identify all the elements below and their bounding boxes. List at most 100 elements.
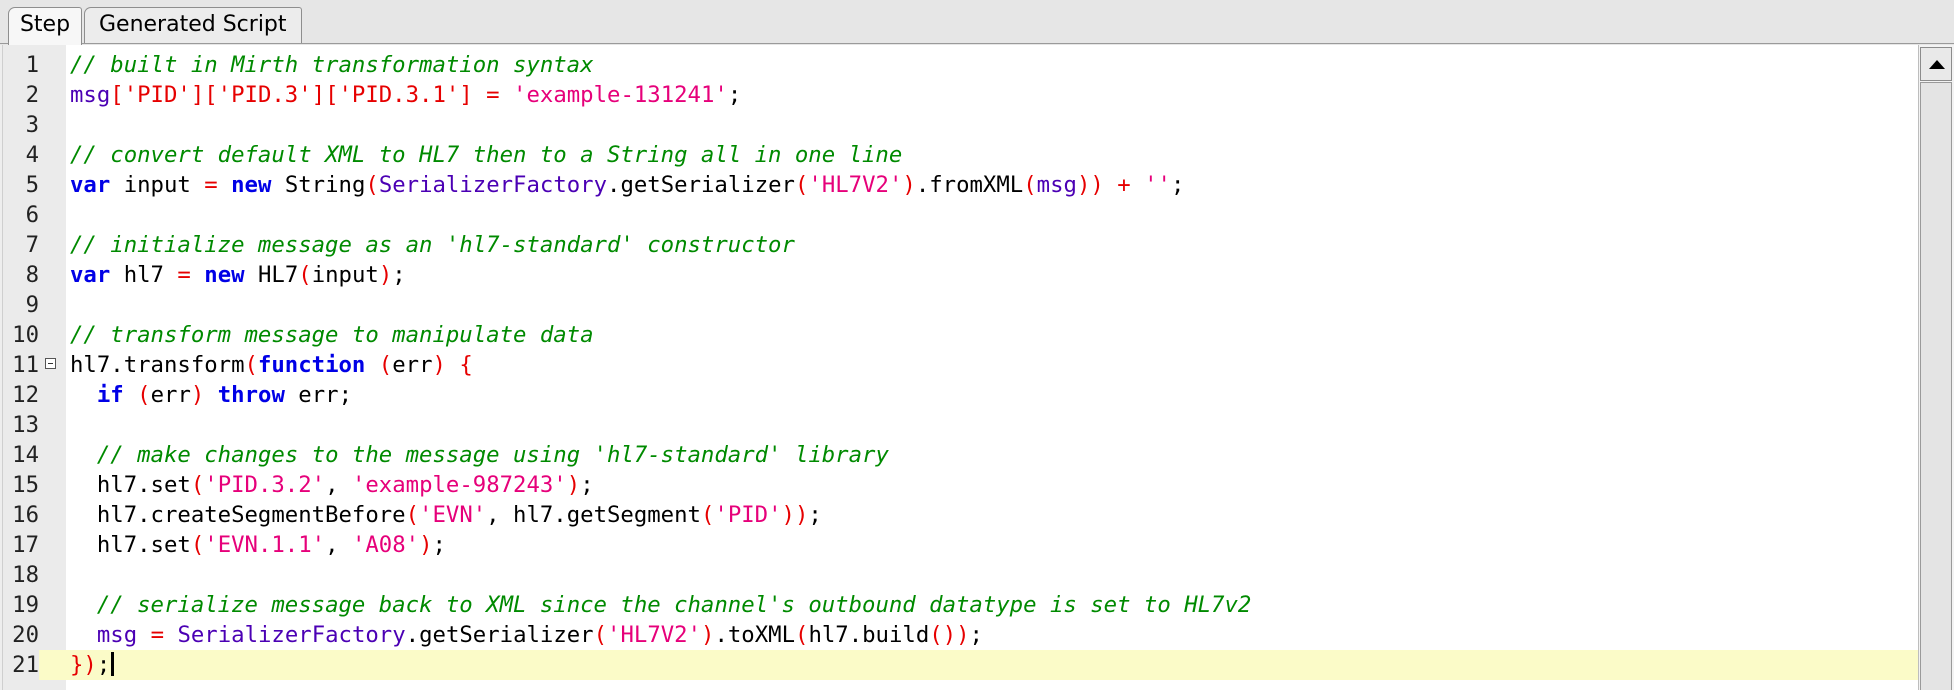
code-line[interactable]: 13	[3, 410, 1919, 440]
code-text: if (err) throw err;	[70, 380, 352, 410]
line-number: 21	[3, 650, 39, 680]
code-token: HL7	[244, 262, 299, 288]
code-line[interactable]: 4 // convert default XML to HL7 then to a…	[3, 140, 1919, 170]
code-token: (	[190, 532, 205, 558]
code-token: 'PID'	[714, 502, 782, 528]
code-line[interactable]: 7 // initialize message as an 'hl7-standa…	[3, 230, 1919, 260]
line-number: 4	[25, 142, 39, 168]
code-text: // make changes to the message using 'hl…	[70, 440, 889, 470]
code-token: SerializerFactory	[177, 622, 406, 648]
code-token: var	[70, 172, 111, 198]
code-token: ;	[96, 652, 111, 678]
code-token: hl7.build	[808, 622, 930, 648]
code-line[interactable]: 10 // transform message to manipulate dat…	[3, 320, 1919, 350]
code-line[interactable]: 8 var hl7 = new HL7(input);	[3, 260, 1919, 290]
code-line[interactable]: 19 // serialize message back to XML sinc…	[3, 590, 1919, 620]
code-editor[interactable]: 1 // built in Mirth transformation syntax…	[2, 45, 1919, 690]
line-number: 9	[25, 292, 39, 318]
scroll-up-arrow-icon[interactable]	[1920, 47, 1952, 81]
code-token: // convert default XML to HL7 then to a …	[70, 142, 903, 168]
line-number: 8	[25, 262, 39, 288]
line-number: 16	[12, 502, 39, 528]
code-token: function	[257, 352, 366, 378]
code-token: ;	[727, 82, 742, 108]
code-line[interactable]: 1 // built in Mirth transformation syntax	[3, 50, 1919, 80]
tab-step[interactable]: Step	[8, 7, 82, 45]
code-line[interactable]: 14 // make changes to the message using …	[3, 440, 1919, 470]
code-token: =	[204, 172, 218, 198]
code-token: ''	[1144, 172, 1171, 198]
code-text: msg = SerializerFactory.getSerializer('H…	[70, 620, 983, 650]
code-token: , hl7.getSegment	[486, 502, 701, 528]
code-token: hl7	[110, 262, 178, 288]
code-line[interactable]: 15 hl7.set('PID.3.2', 'example-987243');	[3, 470, 1919, 500]
tab-bar: Step Generated Script	[0, 0, 1954, 45]
text-cursor	[111, 652, 115, 676]
tab-divider	[0, 43, 1954, 44]
code-token: hl7.set	[70, 472, 191, 498]
code-token: {	[459, 352, 473, 378]
code-token: ;	[1170, 172, 1185, 198]
code-line[interactable]: 18	[3, 560, 1919, 590]
code-line[interactable]: 3	[3, 110, 1919, 140]
code-token: })	[70, 652, 97, 678]
code-token: .getSerializer	[607, 172, 795, 198]
code-token: new	[204, 262, 245, 288]
code-token: // transform message to manipulate data	[70, 322, 594, 348]
code-line[interactable]: 9	[3, 290, 1919, 320]
code-line[interactable]: 21});	[3, 650, 1919, 680]
line-number: 20	[12, 622, 39, 648]
code-token: +	[1117, 172, 1131, 198]
code-text: var input = new String(SerializerFactory…	[70, 170, 1184, 200]
code-token: 'EVN'	[419, 502, 487, 528]
code-token: ;	[432, 532, 446, 558]
code-token: )	[701, 622, 715, 648]
code-token: =	[177, 262, 191, 288]
line-number: 1	[25, 52, 39, 78]
code-token: =	[150, 622, 165, 648]
code-token: ))	[1076, 172, 1104, 198]
code-token: (	[378, 352, 393, 378]
code-line[interactable]: 6	[3, 200, 1919, 230]
tab-generated-script[interactable]: Generated Script	[84, 7, 302, 43]
code-token: 'example-987243'	[351, 472, 567, 498]
code-line[interactable]: 20 msg = SerializerFactory.getSerializer…	[3, 620, 1919, 650]
code-token: (	[244, 352, 258, 378]
line-number: 19	[12, 592, 39, 618]
fold-collapse-icon[interactable]	[45, 358, 56, 369]
code-token: err	[150, 382, 191, 408]
code-line[interactable]: 2 msg['PID']['PID.3']['PID.3.1'] = 'examp…	[3, 80, 1919, 110]
code-token: // make changes to the message using 'hl…	[96, 442, 889, 468]
code-text: hl7.createSegmentBefore('EVN', hl7.getSe…	[70, 500, 822, 530]
code-token: )	[566, 472, 581, 498]
code-text: });	[70, 650, 115, 680]
code-token: )	[419, 532, 433, 558]
code-line[interactable]: 11 hl7.transform(function (err) {	[3, 350, 1919, 380]
code-token: ['PID']['PID.3']['PID.3.1']	[110, 82, 473, 108]
code-text: hl7.set('EVN.1.1', 'A08');	[70, 530, 446, 560]
scrollbar-thumb[interactable]	[1920, 82, 1952, 690]
line-number: 5	[25, 172, 39, 198]
code-token: (	[190, 472, 205, 498]
code-token: SerializerFactory	[378, 172, 608, 198]
code-line[interactable]: 17 hl7.set('EVN.1.1', 'A08');	[3, 530, 1919, 560]
code-line[interactable]: 5 var input = new String(SerializerFactor…	[3, 170, 1919, 200]
code-token: input	[110, 172, 205, 198]
code-line[interactable]: 12 if (err) throw err;	[3, 380, 1919, 410]
code-token: throw	[217, 382, 285, 408]
code-text: // initialize message as an 'hl7-standar…	[70, 230, 795, 260]
code-text: // built in Mirth transformation syntax	[70, 50, 594, 80]
code-line[interactable]: 16 hl7.createSegmentBefore('EVN', hl7.ge…	[3, 500, 1919, 530]
